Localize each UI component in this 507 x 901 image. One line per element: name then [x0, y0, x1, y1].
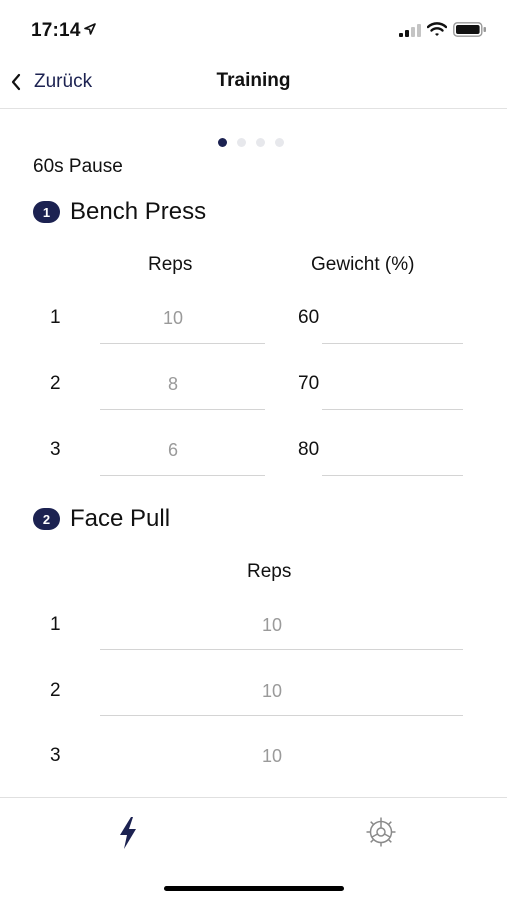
- location-icon: [84, 23, 96, 35]
- reps-input[interactable]: 10: [100, 681, 444, 702]
- set-number: 2: [50, 373, 61, 394]
- column-header-reps: Reps: [148, 254, 193, 275]
- set-number: 3: [50, 439, 61, 460]
- wifi-icon: [427, 22, 447, 36]
- column-header-weight: Gewicht (%): [311, 254, 415, 275]
- column-header-reps: Reps: [247, 561, 292, 582]
- page-dot-active[interactable]: [218, 138, 227, 147]
- battery-icon: [453, 22, 486, 37]
- page-dot[interactable]: [237, 138, 246, 147]
- divider: [100, 409, 265, 410]
- signal-icon: [399, 24, 421, 37]
- weight-input[interactable]: 80: [298, 439, 319, 461]
- tab-settings[interactable]: [365, 816, 397, 853]
- page-dot[interactable]: [256, 138, 265, 147]
- set-number: 2: [50, 680, 61, 701]
- status-time: 17:14: [31, 20, 81, 41]
- page-indicator[interactable]: [218, 138, 284, 147]
- reps-input[interactable]: 6: [100, 440, 246, 461]
- reps-input[interactable]: 10: [100, 746, 444, 767]
- tab-training[interactable]: [117, 816, 139, 855]
- divider: [100, 715, 463, 716]
- reps-input[interactable]: 10: [100, 308, 246, 329]
- home-indicator: [164, 886, 344, 891]
- exercise-name: Face Pull: [70, 505, 171, 532]
- exercise-number-badge: 1: [33, 201, 60, 223]
- pause-label: 60s Pause: [33, 156, 123, 177]
- nav-bar: Zurück Training: [0, 56, 507, 109]
- page-dot[interactable]: [275, 138, 284, 147]
- divider: [322, 409, 463, 410]
- divider: [100, 649, 463, 650]
- weight-input[interactable]: 70: [298, 373, 319, 395]
- set-number: 1: [50, 307, 61, 328]
- exercise-header: 2 Face Pull: [33, 505, 170, 533]
- tab-bar: [0, 797, 507, 901]
- divider: [100, 475, 265, 476]
- exercise-number-badge: 2: [33, 508, 60, 530]
- divider: [322, 343, 463, 344]
- weight-input[interactable]: 60: [298, 307, 319, 329]
- exercise-header: 1 Bench Press: [33, 198, 206, 226]
- reps-input[interactable]: 10: [100, 615, 444, 636]
- reps-input[interactable]: 8: [100, 374, 246, 395]
- exercise-name: Bench Press: [70, 198, 207, 225]
- status-bar: 17:14: [0, 0, 507, 56]
- divider: [100, 343, 265, 344]
- page-title: Training: [216, 70, 291, 91]
- set-number: 3: [50, 745, 61, 766]
- gear-icon: [366, 817, 396, 847]
- lightning-icon: [120, 817, 136, 849]
- divider: [322, 475, 463, 476]
- set-number: 1: [50, 614, 61, 635]
